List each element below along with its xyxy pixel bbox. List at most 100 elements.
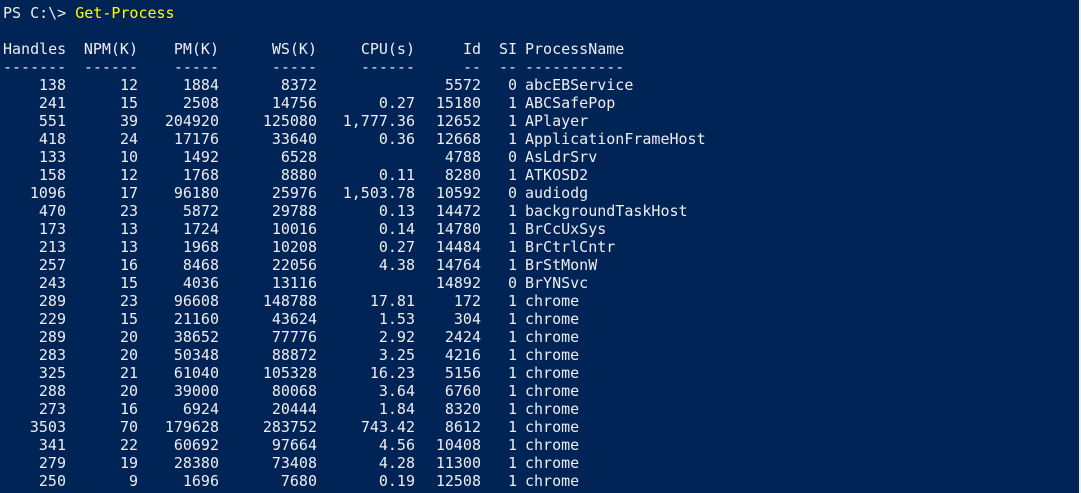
cell-npm: 17 <box>119 184 138 202</box>
table-row: 288 20 39000 80068 3.64 6760 1 chrome <box>0 382 1081 400</box>
cell-id: 14780 <box>435 220 481 238</box>
cell-handles: 133 <box>38 148 66 166</box>
cell-id: 12668 <box>435 130 481 148</box>
cell-npm: 20 <box>119 328 138 346</box>
cell-npm: 16 <box>119 256 138 274</box>
cell-cpu: 1,503.78 <box>342 184 415 202</box>
cell-pm: 21160 <box>173 310 219 328</box>
cell-handles: 213 <box>38 238 66 256</box>
cell-cpu: 4.56 <box>378 436 415 454</box>
cell-id: 6760 <box>444 382 481 400</box>
cell-npm: 10 <box>119 148 138 166</box>
cell-pm: 6924 <box>182 400 219 418</box>
cell-handles: 418 <box>38 130 66 148</box>
cell-si: 1 <box>507 238 517 256</box>
command-prompt-line: PS C:\> Get-Process <box>3 4 175 22</box>
cell-id: 14484 <box>435 238 481 256</box>
cell-npm: 13 <box>119 220 138 238</box>
cell-ws: 29788 <box>271 202 317 220</box>
cell-pm: 5872 <box>182 202 219 220</box>
cell-pm: 96608 <box>173 292 219 310</box>
cell-process-name: APlayer <box>525 112 589 130</box>
cell-si: 1 <box>507 364 517 382</box>
cell-cpu: 17.81 <box>369 292 415 310</box>
header-pm: PM(K) <box>173 40 219 58</box>
table-row: 273 16 6924 20444 1.84 8320 1 chrome <box>0 400 1081 418</box>
cell-process-name: chrome <box>525 382 580 400</box>
cell-handles: 173 <box>38 220 66 238</box>
cell-handles: 325 <box>38 364 66 382</box>
cell-si: 1 <box>507 400 517 418</box>
cell-si: 1 <box>507 328 517 346</box>
cell-pm: 1696 <box>182 472 219 490</box>
table-row: 133 10 1492 6528 4788 0 AsLdrSrv <box>0 148 1081 166</box>
cell-pm: 2508 <box>182 94 219 112</box>
cell-cpu: 0.19 <box>378 472 415 490</box>
table-separator-row: ------- ------ ----- ----- ------ -- -- … <box>0 58 1081 76</box>
cell-ws: 148788 <box>262 292 317 310</box>
prompt-text: PS C:\> <box>3 4 76 22</box>
cell-ws: 10208 <box>271 238 317 256</box>
header-process-name: ProcessName <box>525 40 625 58</box>
table-header-row: Handles NPM(K) PM(K) WS(K) CPU(s) Id SI … <box>0 40 1081 58</box>
cell-process-name: BrCcUxSys <box>525 220 607 238</box>
cell-pm: 204920 <box>164 112 219 130</box>
command-text: Get-Process <box>75 4 175 22</box>
cell-process-name: chrome <box>525 472 580 490</box>
cell-pm: 50348 <box>173 346 219 364</box>
cell-cpu: 0.14 <box>378 220 415 238</box>
cell-process-name: audiodg <box>525 184 589 202</box>
cell-process-name: BrStMonW <box>525 256 598 274</box>
cell-si: 1 <box>507 346 517 364</box>
powershell-console[interactable]: PS C:\> Get-Process Handles NPM(K) PM(K)… <box>0 0 1081 493</box>
cell-handles: 273 <box>38 400 66 418</box>
cell-id: 8280 <box>444 166 481 184</box>
cell-si: 0 <box>507 184 517 202</box>
cell-id: 10592 <box>435 184 481 202</box>
cell-cpu: 0.11 <box>378 166 415 184</box>
cell-npm: 19 <box>119 454 138 472</box>
table-row: 341 22 60692 97664 4.56 10408 1 chrome <box>0 436 1081 454</box>
cell-si: 1 <box>507 130 517 148</box>
table-row: 241 15 2508 14756 0.27 15180 1 ABCSafePop <box>0 94 1081 112</box>
cell-process-name: chrome <box>525 346 580 364</box>
cell-id: 4216 <box>444 346 481 364</box>
header-ws: WS(K) <box>271 40 317 58</box>
cell-ws: 33640 <box>271 130 317 148</box>
cell-handles: 341 <box>38 436 66 454</box>
cell-process-name: backgroundTaskHost <box>525 202 688 220</box>
table-row: 325 21 61040 105328 16.23 5156 1 chrome <box>0 364 1081 382</box>
table-row: 250 9 1696 7680 0.19 12508 1 chrome <box>0 472 1081 490</box>
cell-process-name: BrYNSvc <box>525 274 589 292</box>
cell-pm: 1768 <box>182 166 219 184</box>
table-row: 283 20 50348 88872 3.25 4216 1 chrome <box>0 346 1081 364</box>
cell-cpu: 743.42 <box>360 418 415 436</box>
table-row: 173 13 1724 10016 0.14 14780 1 BrCcUxSys <box>0 220 1081 238</box>
cell-ws: 10016 <box>271 220 317 238</box>
cell-npm: 12 <box>119 76 138 94</box>
cell-id: 5572 <box>444 76 481 94</box>
cell-npm: 20 <box>119 382 138 400</box>
cell-ws: 8880 <box>280 166 317 184</box>
cell-handles: 241 <box>38 94 66 112</box>
cell-process-name: ApplicationFrameHost <box>525 130 706 148</box>
cell-cpu: 4.28 <box>378 454 415 472</box>
cell-ws: 283752 <box>262 418 317 436</box>
cell-id: 5156 <box>444 364 481 382</box>
header-cpu: CPU(s) <box>360 40 415 58</box>
cell-handles: 3503 <box>29 418 66 436</box>
cell-process-name: chrome <box>525 454 580 472</box>
cell-npm: 23 <box>119 202 138 220</box>
header-handles: Handles <box>3 40 67 58</box>
cell-id: 12508 <box>435 472 481 490</box>
cell-si: 1 <box>507 472 517 490</box>
cell-pm: 61040 <box>173 364 219 382</box>
cell-pm: 17176 <box>173 130 219 148</box>
cell-npm: 20 <box>119 346 138 364</box>
cell-pm: 4036 <box>182 274 219 292</box>
cell-si: 1 <box>507 418 517 436</box>
table-row: 158 12 1768 8880 0.11 8280 1 ATKOSD2 <box>0 166 1081 184</box>
table-row: 289 20 38652 77776 2.92 2424 1 chrome <box>0 328 1081 346</box>
cell-process-name: AsLdrSrv <box>525 148 598 166</box>
cell-id: 14764 <box>435 256 481 274</box>
